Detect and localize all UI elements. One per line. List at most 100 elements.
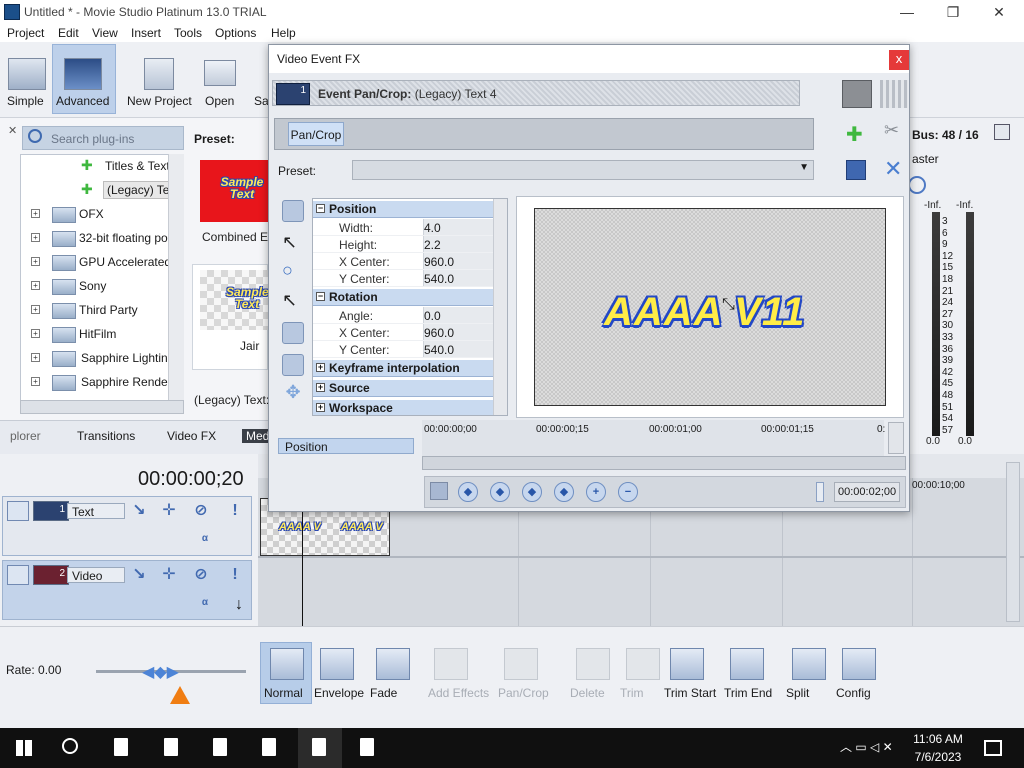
tree-item-sapphire-render[interactable]: + Sapphire Render (21, 371, 183, 393)
expand-icon[interactable]: + (31, 353, 40, 362)
expand-icon[interactable]: + (31, 257, 40, 266)
prop-rot-y-center[interactable]: Y Center: 540.0 (313, 341, 495, 358)
expand-icon[interactable]: + (31, 281, 40, 290)
taskbar-app-icon[interactable] (360, 738, 374, 756)
close-button[interactable]: ✕ (984, 2, 1014, 22)
expand-icon[interactable]: + (31, 305, 40, 314)
new-project-button[interactable]: New Project (127, 94, 192, 108)
group-source[interactable]: + Source (313, 380, 495, 397)
prev-keyframe-button[interactable]: ◆ (490, 482, 510, 502)
dialog-preset-select[interactable]: ▼ (352, 160, 814, 180)
group-position[interactable]: − Position (313, 201, 495, 218)
tool-pan-crop-icon[interactable] (504, 648, 538, 680)
taskbar-app-icon[interactable] (262, 738, 276, 756)
prop-x-center[interactable]: X Center: 960.0 (313, 253, 495, 270)
new-project-icon[interactable] (144, 58, 174, 90)
tool-config-icon[interactable] (842, 648, 876, 680)
tool-config-button[interactable]: Config (836, 686, 871, 700)
move-edit-icon[interactable]: ↖ (282, 290, 304, 312)
arrow-down-icon[interactable]: ↓ (229, 595, 249, 615)
composite-mode-icon[interactable]: ↘ (129, 565, 149, 585)
solo-icon[interactable]: ! (225, 501, 245, 521)
properties-icon[interactable] (282, 200, 304, 222)
tool-trim-button[interactable]: Trim (620, 686, 644, 700)
save-button[interactable]: Sa (254, 94, 269, 108)
taskbar-app-icon[interactable] (164, 738, 178, 756)
rate-arrows-icon[interactable]: ◀◆▶ (142, 662, 179, 682)
next-keyframe-button[interactable]: ◆ (522, 482, 542, 502)
prop-y-center[interactable]: Y Center: 540.0 (313, 270, 495, 287)
tree-item-sapphire-lighting[interactable]: + Sapphire Lighting (21, 347, 183, 369)
menu-project[interactable]: Project (7, 26, 44, 40)
expand-icon[interactable]: + (31, 329, 40, 338)
tree-item-third-party[interactable]: + Third Party (21, 299, 183, 321)
simple-mode-icon[interactable] (8, 58, 46, 90)
bus-settings-icon[interactable] (994, 124, 1010, 140)
plugin-tree[interactable]: ✚ Titles & Text ✚ (Legacy) Tex + OFX +32-… (20, 154, 184, 402)
solo-icon[interactable]: ! (225, 565, 245, 585)
master-mute-icon[interactable] (908, 176, 926, 194)
add-plugin-icon[interactable]: ✚ (846, 122, 863, 147)
remove-plugin-icon[interactable]: ✂ (884, 120, 899, 141)
keyframe-vscrollbar[interactable] (888, 422, 904, 454)
notifications-icon[interactable] (984, 740, 1002, 756)
tool-trim-start-icon[interactable] (670, 648, 704, 680)
timeline-vscrollbar[interactable] (1006, 462, 1020, 622)
expand-icon[interactable]: + (31, 209, 40, 218)
tool-normal-button[interactable]: Normal (264, 686, 303, 700)
alpha-icon[interactable]: α (195, 529, 215, 549)
tree-hscrollbar[interactable] (20, 400, 184, 414)
taskbar-app-icon[interactable] (114, 738, 128, 756)
motion-icon[interactable]: ✛ (159, 565, 179, 585)
split-view-icon[interactable] (880, 80, 908, 108)
expand-icon[interactable]: + (31, 377, 40, 386)
tool-trim-start-button[interactable]: Trim Start (664, 686, 716, 700)
tool-envelope-button[interactable]: Envelope (314, 686, 364, 700)
taskbar-app-icon[interactable] (213, 738, 227, 756)
taskbar-app-icon[interactable] (312, 738, 326, 756)
tree-item-ofx[interactable]: + OFX (21, 203, 183, 225)
prop-height[interactable]: Height: 2.2 (313, 236, 495, 253)
tree-item-legacy-text[interactable]: ✚ (Legacy) Tex (21, 179, 183, 201)
tree-scrollbar[interactable] (168, 154, 184, 402)
tool-split-icon[interactable] (792, 648, 826, 680)
mute-icon[interactable]: ⊘ (191, 565, 211, 585)
prop-rot-x-center[interactable]: X Center: 960.0 (313, 324, 495, 341)
mute-icon[interactable]: ⊘ (191, 501, 211, 521)
system-tray-icons[interactable]: ︿ ▭ ◁ ✕ (840, 738, 893, 755)
keyframe-end-time[interactable]: 00:00:02;00 (834, 482, 900, 502)
tool-trim-end-button[interactable]: Trim End (724, 686, 772, 700)
keyframe-scrollbar[interactable] (422, 456, 906, 470)
tool-fade-button[interactable]: Fade (370, 686, 397, 700)
group-keyframe-interpolation[interactable]: + Keyframe interpolation (313, 360, 495, 377)
sync-cursor-icon[interactable] (430, 482, 448, 500)
tree-item-gpu[interactable]: + GPU Accelerated (21, 251, 183, 273)
group-rotation[interactable]: − Rotation (313, 289, 495, 306)
menu-view[interactable]: View (92, 26, 118, 40)
search-taskbar-icon[interactable] (62, 738, 78, 754)
tool-normal-icon[interactable] (270, 648, 304, 680)
menu-insert[interactable]: Insert (131, 26, 161, 40)
maximize-button[interactable]: ❐ (938, 2, 968, 22)
delete-preset-icon[interactable]: ✕ (884, 156, 902, 182)
enable-snapping-icon[interactable] (282, 322, 304, 344)
pan-crop-chain-button[interactable]: Pan/Crop (288, 122, 344, 146)
tool-add-effects-icon[interactable] (434, 648, 468, 680)
add-keyframe-button[interactable]: + (586, 482, 606, 502)
last-keyframe-button[interactable]: ◆ (554, 482, 574, 502)
motion-icon[interactable]: ✛ (159, 501, 179, 521)
expand-icon[interactable]: + (31, 233, 40, 242)
tree-item-hitfilm[interactable]: + HitFilm (21, 323, 183, 345)
composite-mode-icon[interactable]: ↘ (129, 501, 149, 521)
tool-fade-icon[interactable] (376, 648, 410, 680)
simple-mode-button[interactable]: Simple (7, 94, 44, 108)
tool-split-button[interactable]: Split (786, 686, 809, 700)
tool-add-effects-button[interactable]: Add Effects (428, 686, 489, 700)
properties-scrollbar[interactable] (493, 199, 507, 415)
lock-aspect-icon[interactable] (282, 354, 304, 376)
tool-delete-button[interactable]: Delete (570, 686, 605, 700)
advanced-mode-icon[interactable] (64, 58, 102, 90)
tree-item-32bit[interactable]: +32-bit floating poin (21, 227, 183, 249)
pin-icon[interactable]: ✕ (8, 124, 17, 137)
minimize-button[interactable]: — (892, 2, 922, 22)
